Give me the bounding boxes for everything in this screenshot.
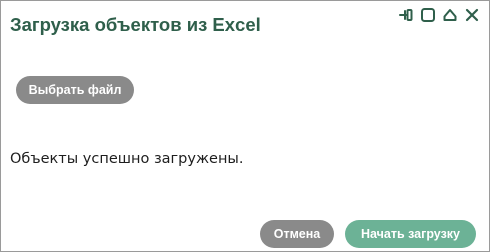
cancel-button[interactable]: Отмена bbox=[260, 220, 334, 248]
status-message: Объекты успешно загружены. bbox=[10, 151, 244, 167]
maximize-button[interactable] bbox=[420, 7, 436, 23]
close-icon bbox=[465, 8, 479, 22]
pin-button[interactable] bbox=[398, 7, 414, 23]
window-controls bbox=[398, 7, 480, 23]
pin-icon bbox=[399, 9, 413, 21]
maximize-icon bbox=[421, 8, 435, 22]
choose-file-button[interactable]: Выбрать файл bbox=[16, 76, 134, 104]
start-upload-button[interactable]: Начать загрузку bbox=[345, 220, 476, 248]
close-button[interactable] bbox=[464, 7, 480, 23]
collapse-button[interactable] bbox=[442, 7, 458, 23]
collapse-icon bbox=[443, 9, 457, 21]
dialog-title: Загрузка объектов из Excel bbox=[10, 14, 261, 35]
excel-import-dialog: Загрузка объектов из Excel Выбрать файл bbox=[0, 0, 490, 252]
